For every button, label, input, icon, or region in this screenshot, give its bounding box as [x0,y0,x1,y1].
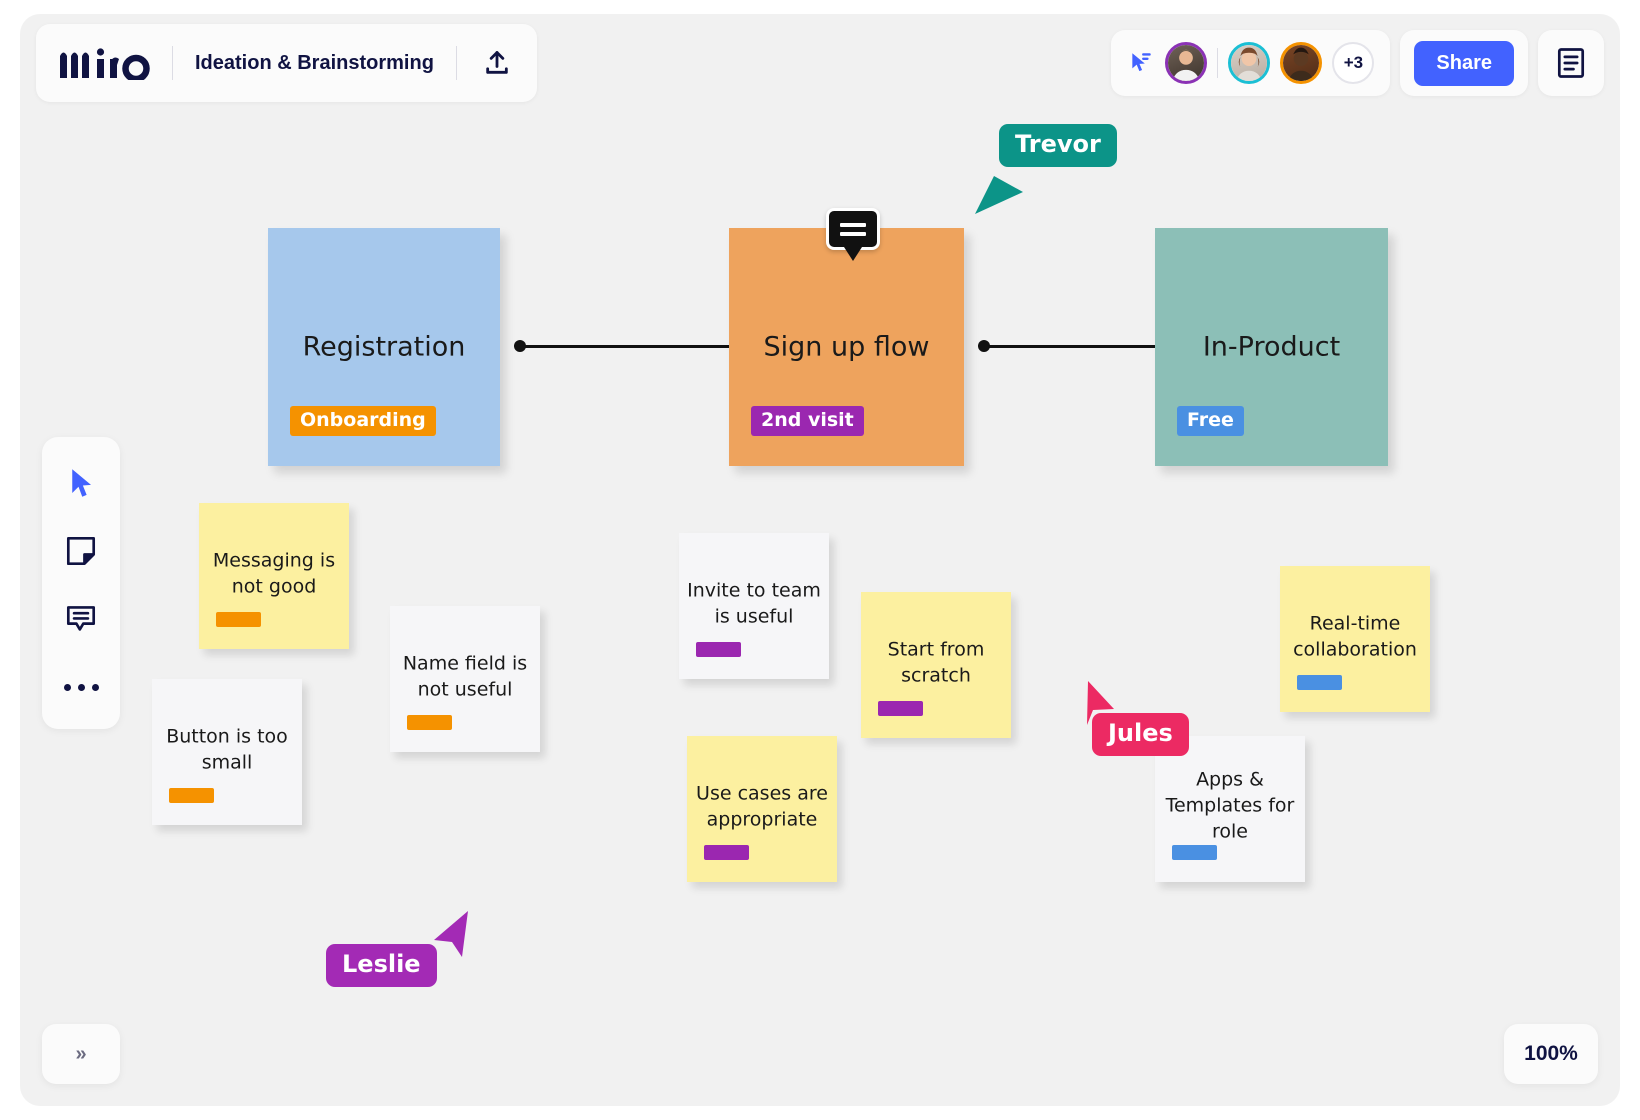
connector-signup-inproduct [984,345,1175,348]
sticky-note-text: Name field is not useful [398,651,532,703]
avatar[interactable] [1280,42,1322,84]
connector-dot-left-2 [978,340,990,352]
avatar[interactable] [1228,42,1270,84]
status-badge[interactable]: Free [1177,406,1244,436]
left-toolbar [42,437,120,729]
sticky-note-text: Invite to team is useful [687,578,821,630]
sticky-note-text: Start from scratch [869,637,1003,689]
collaborators-bar: +3 [1111,30,1390,96]
sticky-note[interactable]: Real-time collaboration [1280,566,1430,712]
zoom-level-indicator[interactable]: 100% [1504,1024,1598,1084]
sticky-note-text: Use cases are appropriate [695,781,829,833]
card-title: Registration [268,332,500,363]
sticky-note-text: Real-time collaboration [1288,611,1422,663]
upload-icon[interactable] [479,45,515,81]
sticky-note-tag[interactable] [1172,845,1217,860]
follow-cursor-icon[interactable] [1127,49,1155,77]
sticky-note[interactable]: Invite to team is useful [679,533,829,679]
comment-badge-icon[interactable] [826,208,880,250]
notes-panel-icon[interactable] [1538,30,1604,96]
card-title: In-Product [1155,332,1388,363]
sticky-note[interactable]: Button is too small [152,679,302,825]
sticky-note[interactable]: Name field is not useful [390,606,540,752]
sticky-note[interactable]: Messaging is not good [199,503,349,649]
cursor-icon[interactable] [61,463,101,503]
sticky-note-tag[interactable] [407,715,452,730]
sticky-note-icon[interactable] [61,531,101,571]
sticky-note-tag[interactable] [216,612,261,627]
collab-divider [1217,48,1218,78]
sticky-note-tag[interactable] [704,845,749,860]
header-right-group: +3 Share [1111,24,1604,102]
card-sign-up-flow[interactable]: Sign up flow 2nd visit [729,228,964,466]
avatar[interactable] [1165,42,1207,84]
sticky-note[interactable]: Start from scratch [861,592,1011,738]
card-title: Sign up flow [729,332,964,363]
miro-board-app: Ideation & Brainstorming [20,14,1620,1106]
card-registration[interactable]: Registration Onboarding [268,228,500,466]
comment-icon[interactable] [61,599,101,639]
sticky-note[interactable]: Use cases are appropriate [687,736,837,882]
share-button[interactable]: Share [1414,41,1514,86]
sticky-note-text: Messaging is not good [207,548,341,600]
share-button-wrap: Share [1400,30,1528,96]
overflow-collaborators-badge[interactable]: +3 [1332,42,1374,84]
sticky-note-tag[interactable] [169,788,214,803]
card-in-product[interactable]: In-Product Free [1155,228,1388,466]
header-divider-1 [172,46,173,80]
cursor-label-trevor: Trevor [999,124,1117,167]
connector-registration-signup [520,345,749,348]
sticky-note-tag[interactable] [696,642,741,657]
cursor-label-jules: Jules [1092,713,1189,756]
sticky-note-tag[interactable] [878,701,923,716]
connector-dot-left-1 [514,340,526,352]
miro-logo[interactable] [58,46,150,80]
sticky-note-tag[interactable] [1297,675,1342,690]
board-header-bar: Ideation & Brainstorming [36,24,537,102]
status-badge[interactable]: Onboarding [290,406,436,436]
cursor-label-leslie: Leslie [326,944,437,987]
sticky-note-text: Button is too small [160,724,294,776]
sticky-note-text: Apps & Templates for role [1163,767,1297,846]
sticky-note[interactable]: Apps & Templates for role [1155,736,1305,882]
status-badge[interactable]: 2nd visit [751,406,864,436]
page-title: Ideation & Brainstorming [195,52,434,75]
cursor-arrow-trevor [971,166,1027,221]
header-divider-2 [456,46,457,80]
ellipsis-icon[interactable] [61,667,101,707]
expand-panel-button[interactable]: » [42,1024,120,1084]
